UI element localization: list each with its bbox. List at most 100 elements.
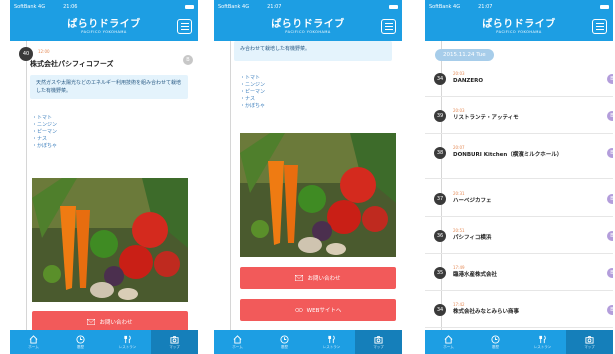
tab-restaurant[interactable]: レストラン — [519, 330, 566, 354]
vegetable-list: ・トマト ・ニンジン ・ピーマン ・ナス ・かぼちゃ — [32, 115, 57, 150]
bookmark-icon[interactable]: B — [607, 231, 613, 241]
app-logo[interactable]: ぱらりドライブ PACIFICO YOKOHAMA — [271, 19, 345, 35]
camera-icon — [585, 335, 594, 344]
visit-time: 20:07 — [453, 145, 465, 150]
contact-button-label: お問い合わせ — [99, 320, 133, 326]
timeline-line — [230, 41, 231, 330]
clock-label: 21:06 — [63, 3, 78, 10]
list-item[interactable]: 34 20:03 DANZERO B — [425, 67, 613, 97]
envelope-icon — [87, 319, 96, 325]
tab-map[interactable]: マップ — [355, 330, 402, 354]
list-item[interactable]: 38 20:07 DONBURI Kitchen（横濱ミルクホール） B — [425, 141, 613, 179]
shop-description: み合わせて栽培した有機野菜。 — [234, 41, 392, 61]
shop-name: 臨港水産株式会社 — [453, 272, 498, 278]
tab-map[interactable]: マップ — [151, 330, 198, 354]
shop-name: リストランテ・アッティモ — [453, 115, 519, 121]
screenshot-collage: SoftBank 4G 21:06 ぱらりドライブ PACIFICO YOKOH… — [0, 0, 615, 354]
app-logo[interactable]: ぱらりドライブ PACIFICO YOKOHAMA — [67, 18, 141, 35]
shop-name: 株式会社みなとみらい商事 — [453, 309, 520, 315]
home-icon — [233, 334, 242, 344]
menu-button[interactable] — [592, 19, 607, 34]
vegetable-item: ・かぼちゃ — [32, 143, 58, 149]
list-item[interactable]: 34 17:42 株式会社みなとみらい商事 B — [425, 298, 613, 328]
tab-home[interactable]: ホーム — [214, 330, 261, 354]
tab-label: 履歴 — [77, 344, 84, 349]
list-item[interactable]: 36 20:51 パシフィコ横浜 B — [425, 224, 613, 254]
visit-number-badge: 38 — [434, 147, 446, 159]
bottom-tab-bar: ホーム 履歴 レストラン マップ — [10, 330, 198, 354]
shop-detail-content[interactable]: み合わせて栽培した有機野菜。 ・トマト ・ニンジン ・ピーマン ・ナス ・かぼち… — [214, 41, 402, 330]
bookmark-icon[interactable]: B — [607, 305, 613, 315]
contact-button[interactable]: お問い合わせ — [32, 311, 188, 330]
contact-button[interactable]: お問い合わせ — [240, 267, 396, 289]
fork-knife-icon — [124, 335, 131, 343]
fork-knife-icon — [328, 335, 335, 343]
battery-icon — [600, 4, 609, 9]
vegetable-item: ・ピーマン — [240, 89, 266, 95]
tab-restaurant[interactable]: レストラン — [104, 330, 151, 354]
tab-label: マップ — [584, 344, 595, 349]
tab-restaurant[interactable]: レストラン — [308, 330, 355, 354]
clock-label: 21:07 — [478, 3, 493, 10]
vegetable-item: ・トマト — [240, 75, 261, 81]
carrier-label: SoftBank 4G — [14, 3, 46, 10]
shop-name: 株式会社パシフィコフーズ — [30, 60, 114, 68]
menu-button[interactable] — [381, 19, 396, 34]
fork-knife-icon — [539, 335, 546, 343]
bookmark-icon[interactable]: B — [607, 148, 613, 158]
app-header: ぱらりドライブ PACIFICO YOKOHAMA — [425, 13, 613, 41]
vegetables-photo — [32, 178, 188, 302]
vegetable-item: ・ニンジン — [240, 82, 266, 88]
vegetable-item: ・かぼちゃ — [240, 103, 266, 109]
tab-label: マップ — [373, 344, 384, 349]
clock-icon — [280, 334, 289, 344]
vegetable-item: ・ナス — [240, 96, 256, 102]
home-icon — [29, 334, 38, 344]
logo-text: ぱらりドライブ — [482, 18, 556, 30]
app-header: ぱらりドライブ PACIFICO YOKOHAMA — [10, 13, 198, 41]
tab-history[interactable]: 履歴 — [261, 330, 308, 354]
shop-description: 天然ガスや太陽光などのエネルギー利用技術を組み合わせて栽培した有機野菜。 — [30, 75, 188, 99]
phone-screen-shop-detail-scrolled: SoftBank 4G 21:07 ぱらりドライブ PACIFICO YOKOH… — [214, 0, 402, 354]
tab-map[interactable]: マップ — [566, 330, 613, 354]
tab-label: ホーム — [232, 344, 243, 349]
clock-icon — [76, 334, 85, 344]
tab-history[interactable]: 履歴 — [472, 330, 519, 354]
app-header: ぱらりドライブ PACIFICO YOKOHAMA — [214, 13, 402, 41]
list-item[interactable]: 35 17:49 臨港水産株式会社 B — [425, 261, 613, 291]
bookmark-icon[interactable]: B — [607, 111, 613, 121]
bookmark-icon[interactable]: B — [607, 268, 613, 278]
camera-icon — [170, 335, 179, 344]
bookmark-icon[interactable]: B — [183, 55, 193, 65]
phone-screen-shop-detail: SoftBank 4G 21:06 ぱらりドライブ PACIFICO YOKOH… — [10, 0, 198, 354]
bottom-tab-bar: ホーム 履歴 レストラン マップ — [425, 330, 613, 354]
bookmark-icon[interactable]: B — [607, 74, 613, 84]
visit-number-badge: 39 — [434, 110, 446, 122]
logo-subtext: PACIFICO YOKOHAMA — [285, 29, 331, 34]
shop-name: ハーベジカフェ — [453, 198, 492, 204]
tab-history[interactable]: 履歴 — [57, 330, 104, 354]
tab-home[interactable]: ホーム — [10, 330, 57, 354]
envelope-icon — [295, 275, 304, 281]
logo-subtext: PACIFICO YOKOHAMA — [496, 29, 542, 34]
date-header: 2015.11.24 Tue — [435, 49, 494, 61]
shop-detail-content[interactable]: 40 12:00 B 株式会社パシフィコフーズ 天然ガスや太陽光などのエネルギー… — [10, 41, 198, 330]
history-list[interactable]: 2015.11.24 Tue 34 20:03 DANZERO B 39 20:… — [425, 41, 613, 330]
tab-label: マップ — [169, 344, 180, 349]
battery-icon — [389, 4, 398, 9]
vegetable-item: ・ピーマン — [32, 129, 58, 135]
carrier-label: SoftBank 4G — [218, 3, 250, 10]
bookmark-icon[interactable]: B — [607, 194, 613, 204]
tab-home[interactable]: ホーム — [425, 330, 472, 354]
visit-number-badge: 37 — [434, 193, 446, 205]
tab-label: ホーム — [28, 344, 39, 349]
clock-label: 21:07 — [267, 3, 282, 10]
menu-button[interactable] — [177, 19, 192, 34]
clock-icon — [491, 334, 500, 344]
app-logo[interactable]: ぱらりドライブ PACIFICO YOKOHAMA — [482, 18, 556, 35]
tab-label: レストラン — [322, 344, 341, 349]
website-button[interactable]: WEBサイトへ — [240, 299, 396, 321]
list-item[interactable]: 37 20:31 ハーベジカフェ B — [425, 187, 613, 217]
list-item[interactable]: 39 20:03 リストランテ・アッティモ B — [425, 104, 613, 134]
logo-text: ぱらりドライブ — [67, 18, 141, 30]
